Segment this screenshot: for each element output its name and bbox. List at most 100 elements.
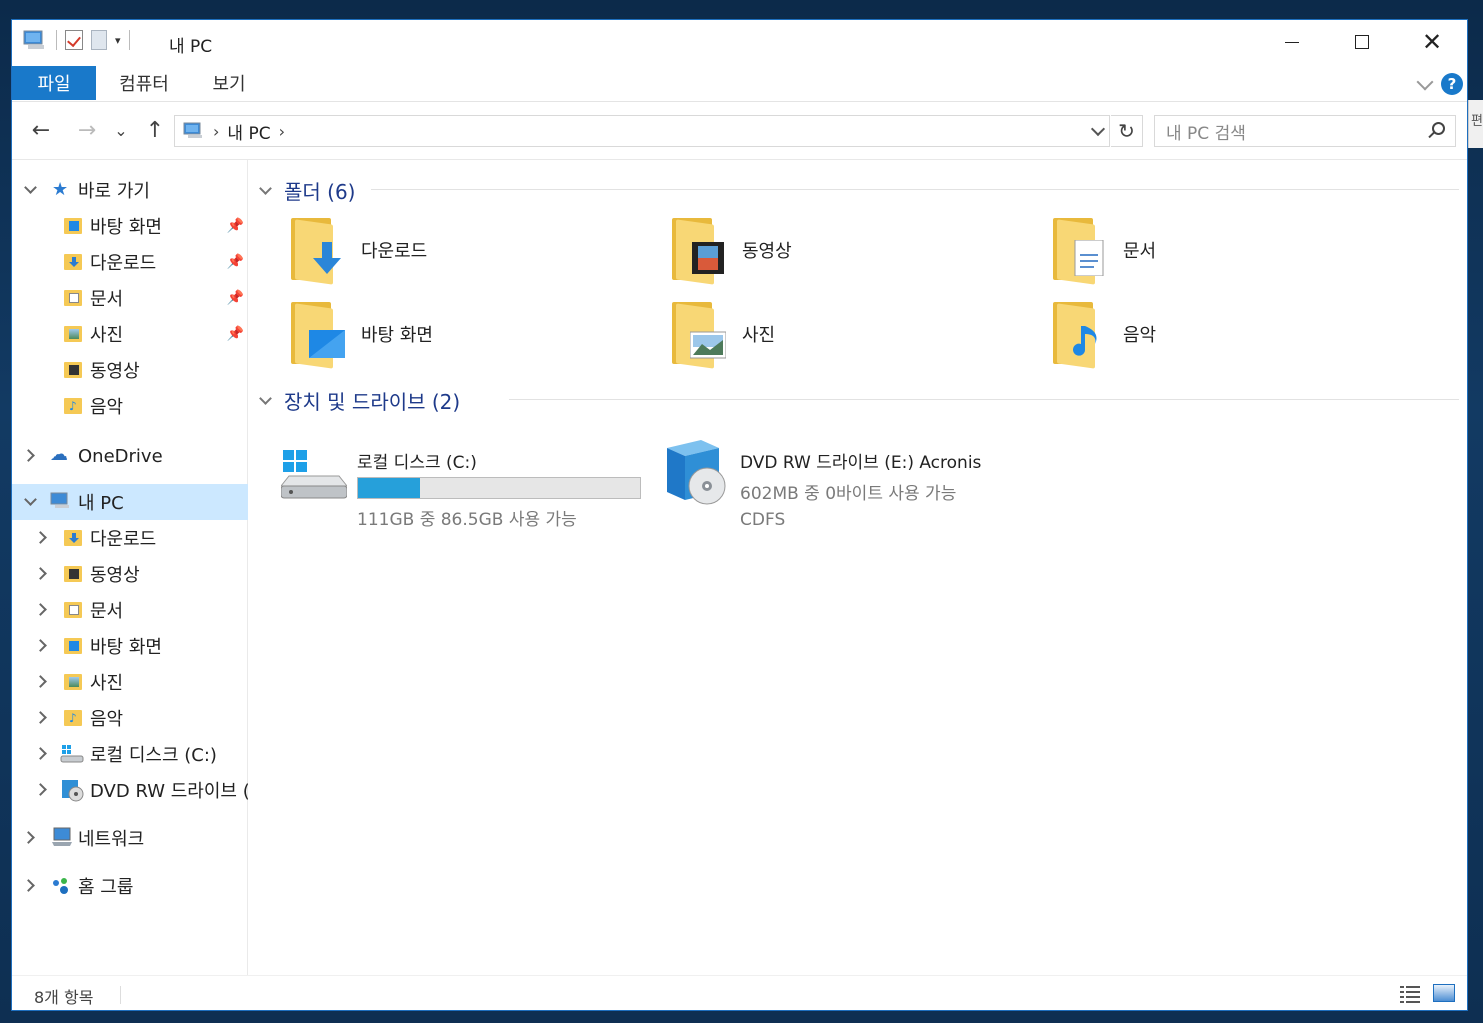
search-input[interactable]: 내 PC 검색 — [1166, 119, 1246, 144]
hard-drive-icon — [281, 450, 347, 499]
sidebar-item-label: 동영상 — [90, 565, 140, 586]
expand-chevron-icon[interactable] — [34, 531, 47, 544]
network-icon — [52, 827, 72, 846]
breadcrumb-chevron-icon[interactable]: › — [213, 122, 219, 141]
sidebar-item-label: 문서 — [90, 289, 124, 310]
refresh-button[interactable]: ↻ — [1111, 115, 1143, 147]
maximize-button[interactable] — [1327, 20, 1397, 64]
folder-tile-pictures[interactable]: 사진 — [672, 302, 775, 369]
folder-tile-music[interactable]: 음악 — [1053, 302, 1156, 369]
sidebar-item-onedrive[interactable]: ☁ OneDrive — [12, 438, 248, 474]
folder-label: 바탕 화면 — [361, 325, 433, 346]
search-box[interactable]: 내 PC 검색 — [1154, 115, 1456, 147]
star-icon: ★ — [52, 179, 69, 200]
tab-file[interactable]: 파일 — [12, 66, 96, 100]
expand-chevron-icon[interactable] — [34, 747, 47, 760]
recent-locations-dropdown[interactable]: ⌄ — [108, 116, 134, 144]
address-history-dropdown-icon[interactable] — [1090, 121, 1106, 137]
folder-tile-desktop[interactable]: 바탕 화면 — [291, 302, 433, 369]
folder-label: 다운로드 — [361, 241, 428, 262]
sidebar-item-downloads[interactable]: 다운로드 📌 — [12, 244, 248, 280]
sidebar-item-quick-access[interactable]: ★ 바로 가기 — [12, 172, 248, 208]
file-explorer-window: ▾ 내 PC ✕ 파일 컴퓨터 보기 ? ← → ⌄ ↑ › 내 PC › ↻ … — [11, 19, 1468, 1011]
sidebar-item-pc-downloads[interactable]: 다운로드 — [12, 520, 248, 556]
expand-chevron-icon[interactable] — [34, 675, 47, 688]
expand-chevron-icon[interactable] — [34, 783, 47, 796]
minimize-button[interactable] — [1257, 20, 1327, 64]
drives-group-header[interactable]: 장치 및 드라이브 (2) — [259, 386, 460, 415]
sidebar-item-label: 문서 — [90, 601, 124, 622]
desktop-folder-icon — [64, 218, 82, 234]
sidebar-item-label: 홈 그룹 — [78, 877, 134, 898]
pin-icon[interactable]: 📌 — [227, 290, 244, 306]
expand-chevron-icon[interactable] — [22, 879, 35, 892]
close-button[interactable]: ✕ — [1397, 20, 1467, 64]
maximize-icon — [1355, 35, 1369, 49]
up-button[interactable]: ↑ — [142, 116, 168, 144]
tab-view[interactable]: 보기 — [196, 66, 262, 100]
breadcrumb-this-pc[interactable]: 내 PC — [227, 119, 270, 144]
pin-icon[interactable]: 📌 — [227, 218, 244, 234]
pin-icon[interactable]: 📌 — [227, 326, 244, 342]
help-button[interactable]: ? — [1441, 73, 1463, 95]
drive-info-dvd[interactable]: DVD RW 드라이브 (E:) Acronis 602MB 중 0바이트 사용… — [740, 448, 981, 530]
collapse-chevron-icon[interactable] — [24, 493, 37, 506]
expand-chevron-icon[interactable] — [34, 603, 47, 616]
sidebar-item-label: 로컬 디스크 (C:) — [90, 745, 217, 766]
large-icons-view-icon[interactable] — [1433, 984, 1455, 1002]
sidebar-item-pc-videos[interactable]: 동영상 — [12, 556, 248, 592]
folder-tile-videos[interactable]: 동영상 — [672, 218, 792, 285]
sidebar-item-network[interactable]: 네트워크 — [12, 820, 248, 856]
sidebar-item-pc-desktop[interactable]: 바탕 화면 — [12, 628, 248, 664]
sidebar-item-dvd-drive[interactable]: DVD RW 드라이브 ( — [12, 772, 248, 808]
folders-group-header[interactable]: 폴더 (6) — [259, 176, 356, 205]
film-icon — [672, 218, 728, 285]
window-title: 내 PC — [169, 37, 213, 57]
hard-drive-icon — [60, 745, 84, 763]
collapse-chevron-icon[interactable] — [24, 181, 37, 194]
sidebar-item-music[interactable]: ♪ 음악 — [12, 388, 248, 424]
forward-button[interactable]: → — [74, 116, 100, 144]
expand-ribbon-chevron-icon[interactable] — [1416, 73, 1434, 91]
sidebar-item-desktop[interactable]: 바탕 화면 📌 — [12, 208, 248, 244]
collapse-chevron-icon[interactable] — [259, 181, 272, 195]
drive-info-local-disk[interactable]: 로컬 디스크 (C:) 111GB 중 86.5GB 사용 가능 — [357, 448, 641, 530]
expand-chevron-icon[interactable] — [34, 567, 47, 580]
sidebar-item-pc-pictures[interactable]: 사진 — [12, 664, 248, 700]
sidebar-item-documents[interactable]: 문서 📌 — [12, 280, 248, 316]
sidebar-item-videos[interactable]: 동영상 — [12, 352, 248, 388]
properties-icon[interactable] — [65, 30, 83, 50]
sidebar-item-pc-music[interactable]: ♪ 음악 — [12, 700, 248, 736]
sidebar-item-label: 바탕 화면 — [90, 637, 162, 658]
new-folder-icon[interactable] — [91, 30, 107, 50]
expand-chevron-icon[interactable] — [22, 831, 35, 844]
picture-icon — [672, 302, 728, 369]
pin-icon[interactable]: 📌 — [227, 254, 244, 270]
address-bar[interactable]: › 내 PC › — [174, 115, 1110, 147]
content-area: 폴더 (6) 다운로드 동영상 문서 바탕 화면 사진 음악 장치 및 드라이브… — [249, 160, 1467, 975]
sidebar-item-homegroup[interactable]: 홈 그룹 — [12, 868, 248, 904]
sidebar-item-local-disk[interactable]: 로컬 디스크 (C:) — [12, 736, 248, 772]
sidebar-item-pc-documents[interactable]: 문서 — [12, 592, 248, 628]
sidebar-item-label: 사진 — [90, 325, 124, 346]
sidebar-item-pictures[interactable]: 사진 📌 — [12, 316, 248, 352]
folder-tile-documents[interactable]: 문서 — [1053, 218, 1156, 285]
tab-computer[interactable]: 컴퓨터 — [104, 66, 184, 100]
breadcrumb-chevron-icon[interactable]: › — [279, 122, 285, 141]
expand-chevron-icon[interactable] — [22, 449, 35, 462]
back-button[interactable]: ← — [28, 116, 54, 144]
group-divider — [509, 399, 1459, 400]
status-separator — [120, 986, 121, 1004]
folder-tile-downloads[interactable]: 다운로드 — [291, 218, 428, 285]
expand-chevron-icon[interactable] — [34, 711, 47, 724]
sidebar-item-this-pc[interactable]: 내 PC — [12, 484, 248, 520]
videos-folder-icon — [64, 362, 82, 378]
disk-usage-bar — [357, 477, 641, 499]
details-view-icon[interactable] — [1399, 984, 1421, 1004]
expand-chevron-icon[interactable] — [34, 639, 47, 652]
toolbar-separator — [128, 30, 130, 50]
navigation-pane: ★ 바로 가기 바탕 화면 📌 다운로드 📌 문서 📌 사진 📌 동영상 ♪ 음… — [12, 160, 248, 975]
sidebar-item-label: 바탕 화면 — [90, 217, 162, 238]
customize-toolbar-dropdown-icon[interactable]: ▾ — [115, 34, 121, 47]
collapse-chevron-icon[interactable] — [259, 391, 272, 405]
